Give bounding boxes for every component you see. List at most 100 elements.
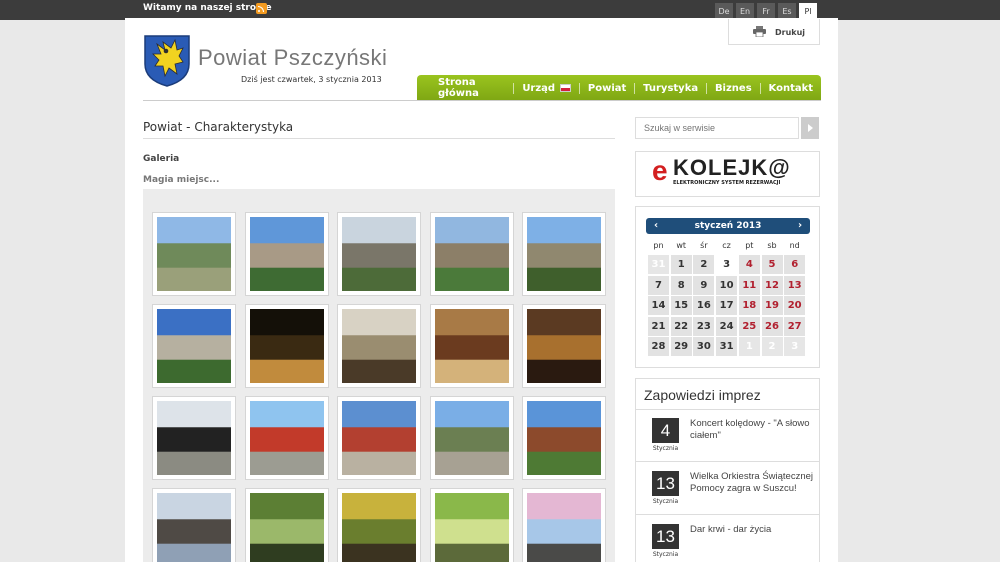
photo-image: [249, 401, 324, 475]
gallery-thumbnail[interactable]: [337, 212, 421, 296]
calendar-day[interactable]: 7: [648, 275, 669, 295]
calendar-prev-icon[interactable]: ‹: [649, 218, 663, 234]
gallery-thumbnail[interactable]: [429, 396, 514, 480]
printer-icon: [753, 26, 766, 37]
coat-of-arms-logo[interactable]: [143, 34, 191, 87]
calendar-day[interactable]: 1: [670, 255, 692, 274]
gallery-thumbnail[interactable]: [244, 304, 329, 388]
event-item[interactable]: 13 Stycznia Wielka Orkiestra Świątecznej P…: [636, 463, 819, 515]
nav-item-3[interactable]: Turystyka: [635, 83, 706, 94]
nav-label: Kontakt: [768, 82, 814, 94]
calendar-day[interactable]: 28: [648, 337, 669, 356]
calendar-day[interactable]: 24: [716, 316, 738, 336]
calendar-day[interactable]: 3: [716, 255, 738, 274]
gallery-thumbnail[interactable]: [337, 396, 421, 480]
gallery-thumbnail[interactable]: [522, 212, 606, 296]
calendar-month: styczeń 2013: [694, 221, 762, 231]
photo-image: [342, 217, 416, 291]
site-title[interactable]: Powiat Pszczyński: [198, 45, 387, 71]
gallery-thumbnail[interactable]: [522, 488, 606, 562]
gallery-thumbnail[interactable]: [337, 488, 421, 562]
calendar-weekday: wt: [676, 241, 687, 250]
breadcrumb-album[interactable]: Magia miejsc...: [143, 175, 219, 185]
calendar-day[interactable]: 10: [716, 275, 738, 295]
event-item[interactable]: 4 Stycznia Koncert kolędowy - "A słowo cia…: [636, 410, 819, 462]
calendar-weekday: śr: [700, 241, 708, 250]
event-title[interactable]: Dar krwi - dar życia: [690, 524, 814, 536]
nav-label: Urząd: [522, 82, 556, 94]
nav-item-4[interactable]: Biznes: [707, 83, 760, 94]
nav-item-1[interactable]: Urząd: [514, 83, 579, 94]
main-navigation: Strona główna Urząd Powiat Turystyka Biznes K…: [417, 75, 821, 101]
calendar-day[interactable]: 2: [693, 255, 715, 274]
photo-image: [527, 309, 601, 383]
gallery-thumbnail[interactable]: [429, 304, 514, 388]
current-date: Dziś jest czwartek, 3 stycznia 2013: [241, 75, 382, 84]
calendar-day[interactable]: 19: [761, 296, 783, 315]
gallery-thumbnail[interactable]: [244, 212, 329, 296]
calendar-day[interactable]: 15: [670, 296, 692, 315]
gallery-thumbnail[interactable]: [522, 304, 606, 388]
calendar-day[interactable]: 4: [738, 255, 760, 274]
page-container: Drukuj Powiat Pszczyński Dziś jest czwar…: [125, 18, 838, 562]
calendar-day[interactable]: 2: [761, 337, 783, 356]
calendar-day[interactable]: 11: [738, 275, 760, 295]
calendar-day[interactable]: 16: [693, 296, 715, 315]
gallery-thumbnail[interactable]: [152, 304, 236, 388]
welcome-text: Witamy na naszej stronie: [143, 3, 272, 13]
calendar-day[interactable]: 3: [784, 337, 806, 356]
gallery-thumbnail[interactable]: [244, 488, 329, 562]
nav-item-5[interactable]: Kontakt: [761, 83, 822, 94]
event-title[interactable]: Wielka Orkiestra Świątecznej Pomocy zagr…: [690, 471, 814, 495]
rss-icon[interactable]: [256, 3, 267, 14]
gallery-thumbnail[interactable]: [152, 396, 236, 480]
search-input[interactable]: [635, 117, 799, 139]
gallery-thumbnail[interactable]: [152, 488, 236, 562]
breadcrumb-gallery[interactable]: Galeria: [143, 154, 179, 164]
calendar-day[interactable]: 25: [738, 316, 760, 336]
event-title[interactable]: Koncert kolędowy - "A słowo ciałem": [690, 418, 814, 442]
photo-image: [157, 309, 231, 383]
gallery-thumbnail[interactable]: [244, 396, 329, 480]
event-month: Stycznia: [652, 551, 679, 558]
calendar-day[interactable]: 13: [784, 275, 806, 295]
events-panel: Zapowiedzi imprez 4 Stycznia Koncert kolęd…: [635, 378, 820, 562]
calendar-day[interactable]: 30: [693, 337, 715, 356]
search-submit-button[interactable]: [801, 117, 819, 139]
print-button[interactable]: Drukuj: [728, 19, 820, 45]
photo-image: [527, 217, 601, 291]
ekolejka-banner[interactable]: e KOLEJK@ ELEKTRONICZNY SYSTEM REZERWACJ…: [635, 151, 820, 197]
calendar-day[interactable]: 12: [761, 275, 783, 295]
gallery-thumbnail[interactable]: [429, 488, 514, 562]
calendar-day[interactable]: 31: [716, 337, 738, 356]
calendar-day[interactable]: 8: [670, 275, 692, 295]
calendar-day[interactable]: 20: [784, 296, 806, 315]
event-item[interactable]: 13 Stycznia Dar krwi - dar życia: [636, 516, 819, 562]
calendar-day[interactable]: 6: [784, 255, 806, 274]
nav-item-2[interactable]: Powiat: [580, 83, 634, 94]
calendar-day[interactable]: 22: [670, 316, 692, 336]
calendar-day[interactable]: 23: [693, 316, 715, 336]
ekolejka-subtitle: ELEKTRONICZNY SYSTEM REZERWACJI: [673, 180, 781, 186]
calendar-next-icon[interactable]: ›: [793, 218, 807, 234]
calendar-day[interactable]: 26: [761, 316, 783, 336]
calendar-day[interactable]: 1: [738, 337, 760, 356]
gallery-thumbnail[interactable]: [429, 212, 514, 296]
calendar-day[interactable]: 14: [648, 296, 669, 315]
photo-image: [342, 493, 416, 562]
calendar-day[interactable]: 17: [716, 296, 738, 315]
nav-label: Strona główna: [438, 77, 479, 99]
calendar-day[interactable]: 9: [693, 275, 715, 295]
gallery-thumbnail[interactable]: [337, 304, 421, 388]
calendar-day[interactable]: 27: [784, 316, 806, 336]
photo-image: [434, 401, 509, 475]
calendar-day[interactable]: 5: [761, 255, 783, 274]
calendar-day[interactable]: 18: [738, 296, 760, 315]
calendar-day[interactable]: 29: [670, 337, 692, 356]
nav-item-0[interactable]: Strona główna: [430, 77, 513, 99]
gallery-thumbnail[interactable]: [522, 396, 606, 480]
calendar-day[interactable]: 31: [648, 255, 669, 274]
calendar-day[interactable]: 21: [648, 316, 669, 336]
header-divider: [143, 100, 821, 101]
gallery-thumbnail[interactable]: [152, 212, 236, 296]
